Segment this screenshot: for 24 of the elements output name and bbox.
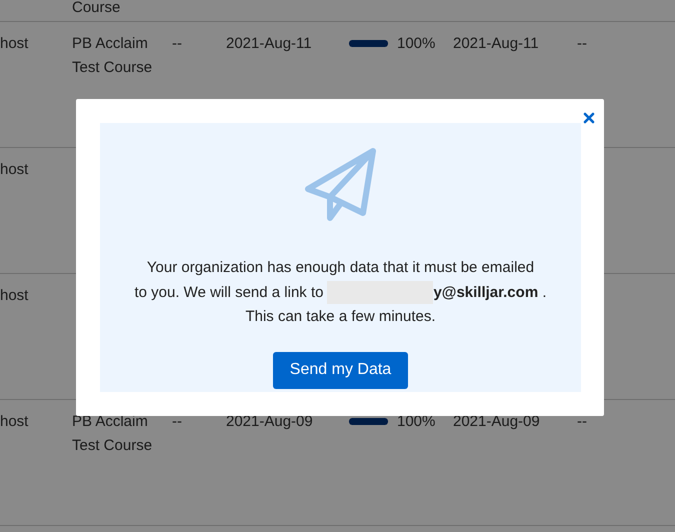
- table-cell-text: --: [577, 34, 587, 54]
- table-cell-text: Course: [72, 0, 122, 18]
- table-cell-text: 100%: [397, 412, 436, 432]
- send-data-button[interactable]: Send my Data: [272, 352, 408, 388]
- table-cell-text: 2021-Aug-09: [226, 412, 313, 432]
- table-cell-text: --: [172, 34, 182, 54]
- table-cell-text: 2021-Aug-11: [453, 34, 539, 54]
- table-cell-text: 2021-Aug-09: [453, 412, 540, 432]
- table-cell-text: host: [0, 286, 28, 306]
- table-cell-text: host: [0, 412, 28, 432]
- table-cell-text: 100%: [397, 34, 436, 54]
- message-text: to you. We will send a link to: [134, 282, 324, 302]
- message-text: This can take a few minutes.: [245, 307, 436, 327]
- close-icon[interactable]: [582, 111, 596, 125]
- table-cell-text: host: [0, 160, 28, 180]
- email-address: y@skilljar.com .: [433, 282, 546, 302]
- table-cell-text: --: [577, 412, 587, 432]
- table-cell-text: 2021-Aug-11: [226, 34, 312, 54]
- table-cell-text: PB Acclaim Test Course: [72, 34, 154, 78]
- table-cell-text: --: [172, 412, 182, 432]
- paper-plane-icon: [302, 147, 378, 223]
- table-cell-text: PB Acclaim Test Course: [72, 412, 154, 456]
- table-cell-text: host: [0, 34, 28, 54]
- message-text: Your organization has enough data that it must be emailed: [146, 258, 534, 278]
